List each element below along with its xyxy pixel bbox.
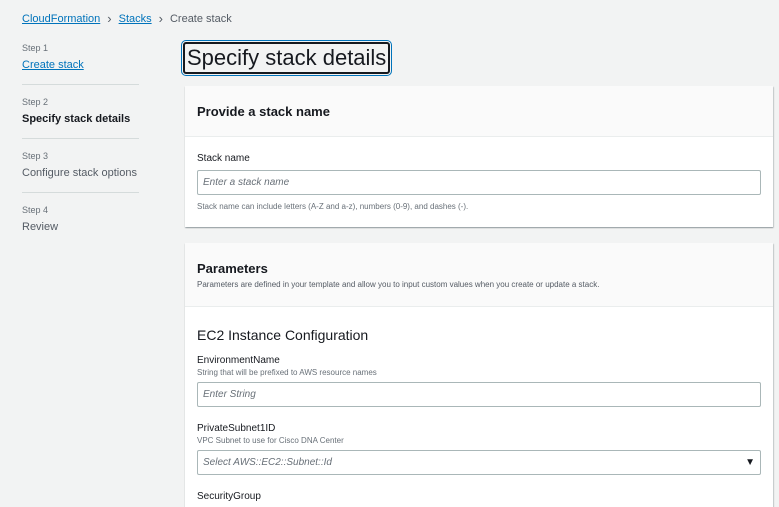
step-number: Step 3 [22,151,49,161]
chevron-right-icon: › [107,11,112,26]
panel-header: Parameters Parameters are defined in you… [185,243,773,307]
private-subnet-hint: VPC Subnet to use for Cisco DNA Center [197,436,344,445]
private-subnet-label: PrivateSubnet1ID [197,423,276,434]
breadcrumb-stacks[interactable]: Stacks [119,12,152,26]
step-number: Step 4 [22,205,49,215]
select-placeholder: Select AWS::EC2::Subnet::Id [203,457,332,468]
parameters-panel: Parameters Parameters are defined in you… [185,243,773,507]
page-title: Specify stack details [180,40,393,76]
wizard-step-1: Step 1 Create stack [22,42,139,85]
environment-name-input[interactable]: Enter String [197,382,761,407]
stack-name-panel: Provide a stack name Stack name Enter a … [185,86,773,227]
breadcrumb: CloudFormation › Stacks › Create stack [22,12,232,26]
input-placeholder: Enter a stack name [203,177,290,188]
panel-title: Parameters [197,261,268,276]
panel-title: Provide a stack name [197,104,330,119]
step-name-current: Specify stack details [22,113,131,125]
wizard-step-4: Step 4 Review [22,204,139,246]
step-name: Review [22,221,59,233]
security-group-label: SecurityGroup [197,491,261,502]
wizard-step-2: Step 2 Specify stack details [22,96,139,139]
stack-name-label: Stack name [197,153,250,164]
input-placeholder: Enter String [203,389,256,400]
wizard-steps: Step 1 Create stack Step 2 Specify stack… [22,42,139,257]
panel-description: Parameters are defined in your template … [197,280,600,289]
panel-body: EC2 Instance Configuration EnvironmentNa… [185,307,773,502]
panel-body: Stack name Enter a stack name Stack name… [185,137,773,211]
section-title: EC2 Instance Configuration [197,327,369,343]
step-link-create-stack[interactable]: Create stack [22,58,139,72]
chevron-right-icon: › [158,11,163,26]
wizard-step-3: Step 3 Configure stack options [22,150,139,193]
step-number: Step 1 [22,43,49,53]
caret-down-icon: ▼ [745,457,755,468]
environment-name-hint: String that will be prefixed to AWS reso… [197,368,377,377]
breadcrumb-cloudformation[interactable]: CloudFormation [22,12,100,26]
step-number: Step 2 [22,97,49,107]
page: CloudFormation › Stacks › Create stack S… [0,0,779,507]
panel-header: Provide a stack name [185,86,773,137]
private-subnet-select[interactable]: Select AWS::EC2::Subnet::Id ▼ [197,450,761,475]
stack-name-input[interactable]: Enter a stack name [197,170,761,195]
step-name: Configure stack options [22,167,137,179]
stack-name-hint: Stack name can include letters (A-Z and … [197,202,469,211]
environment-name-label: EnvironmentName [197,355,280,366]
breadcrumb-current: Create stack [169,13,232,25]
